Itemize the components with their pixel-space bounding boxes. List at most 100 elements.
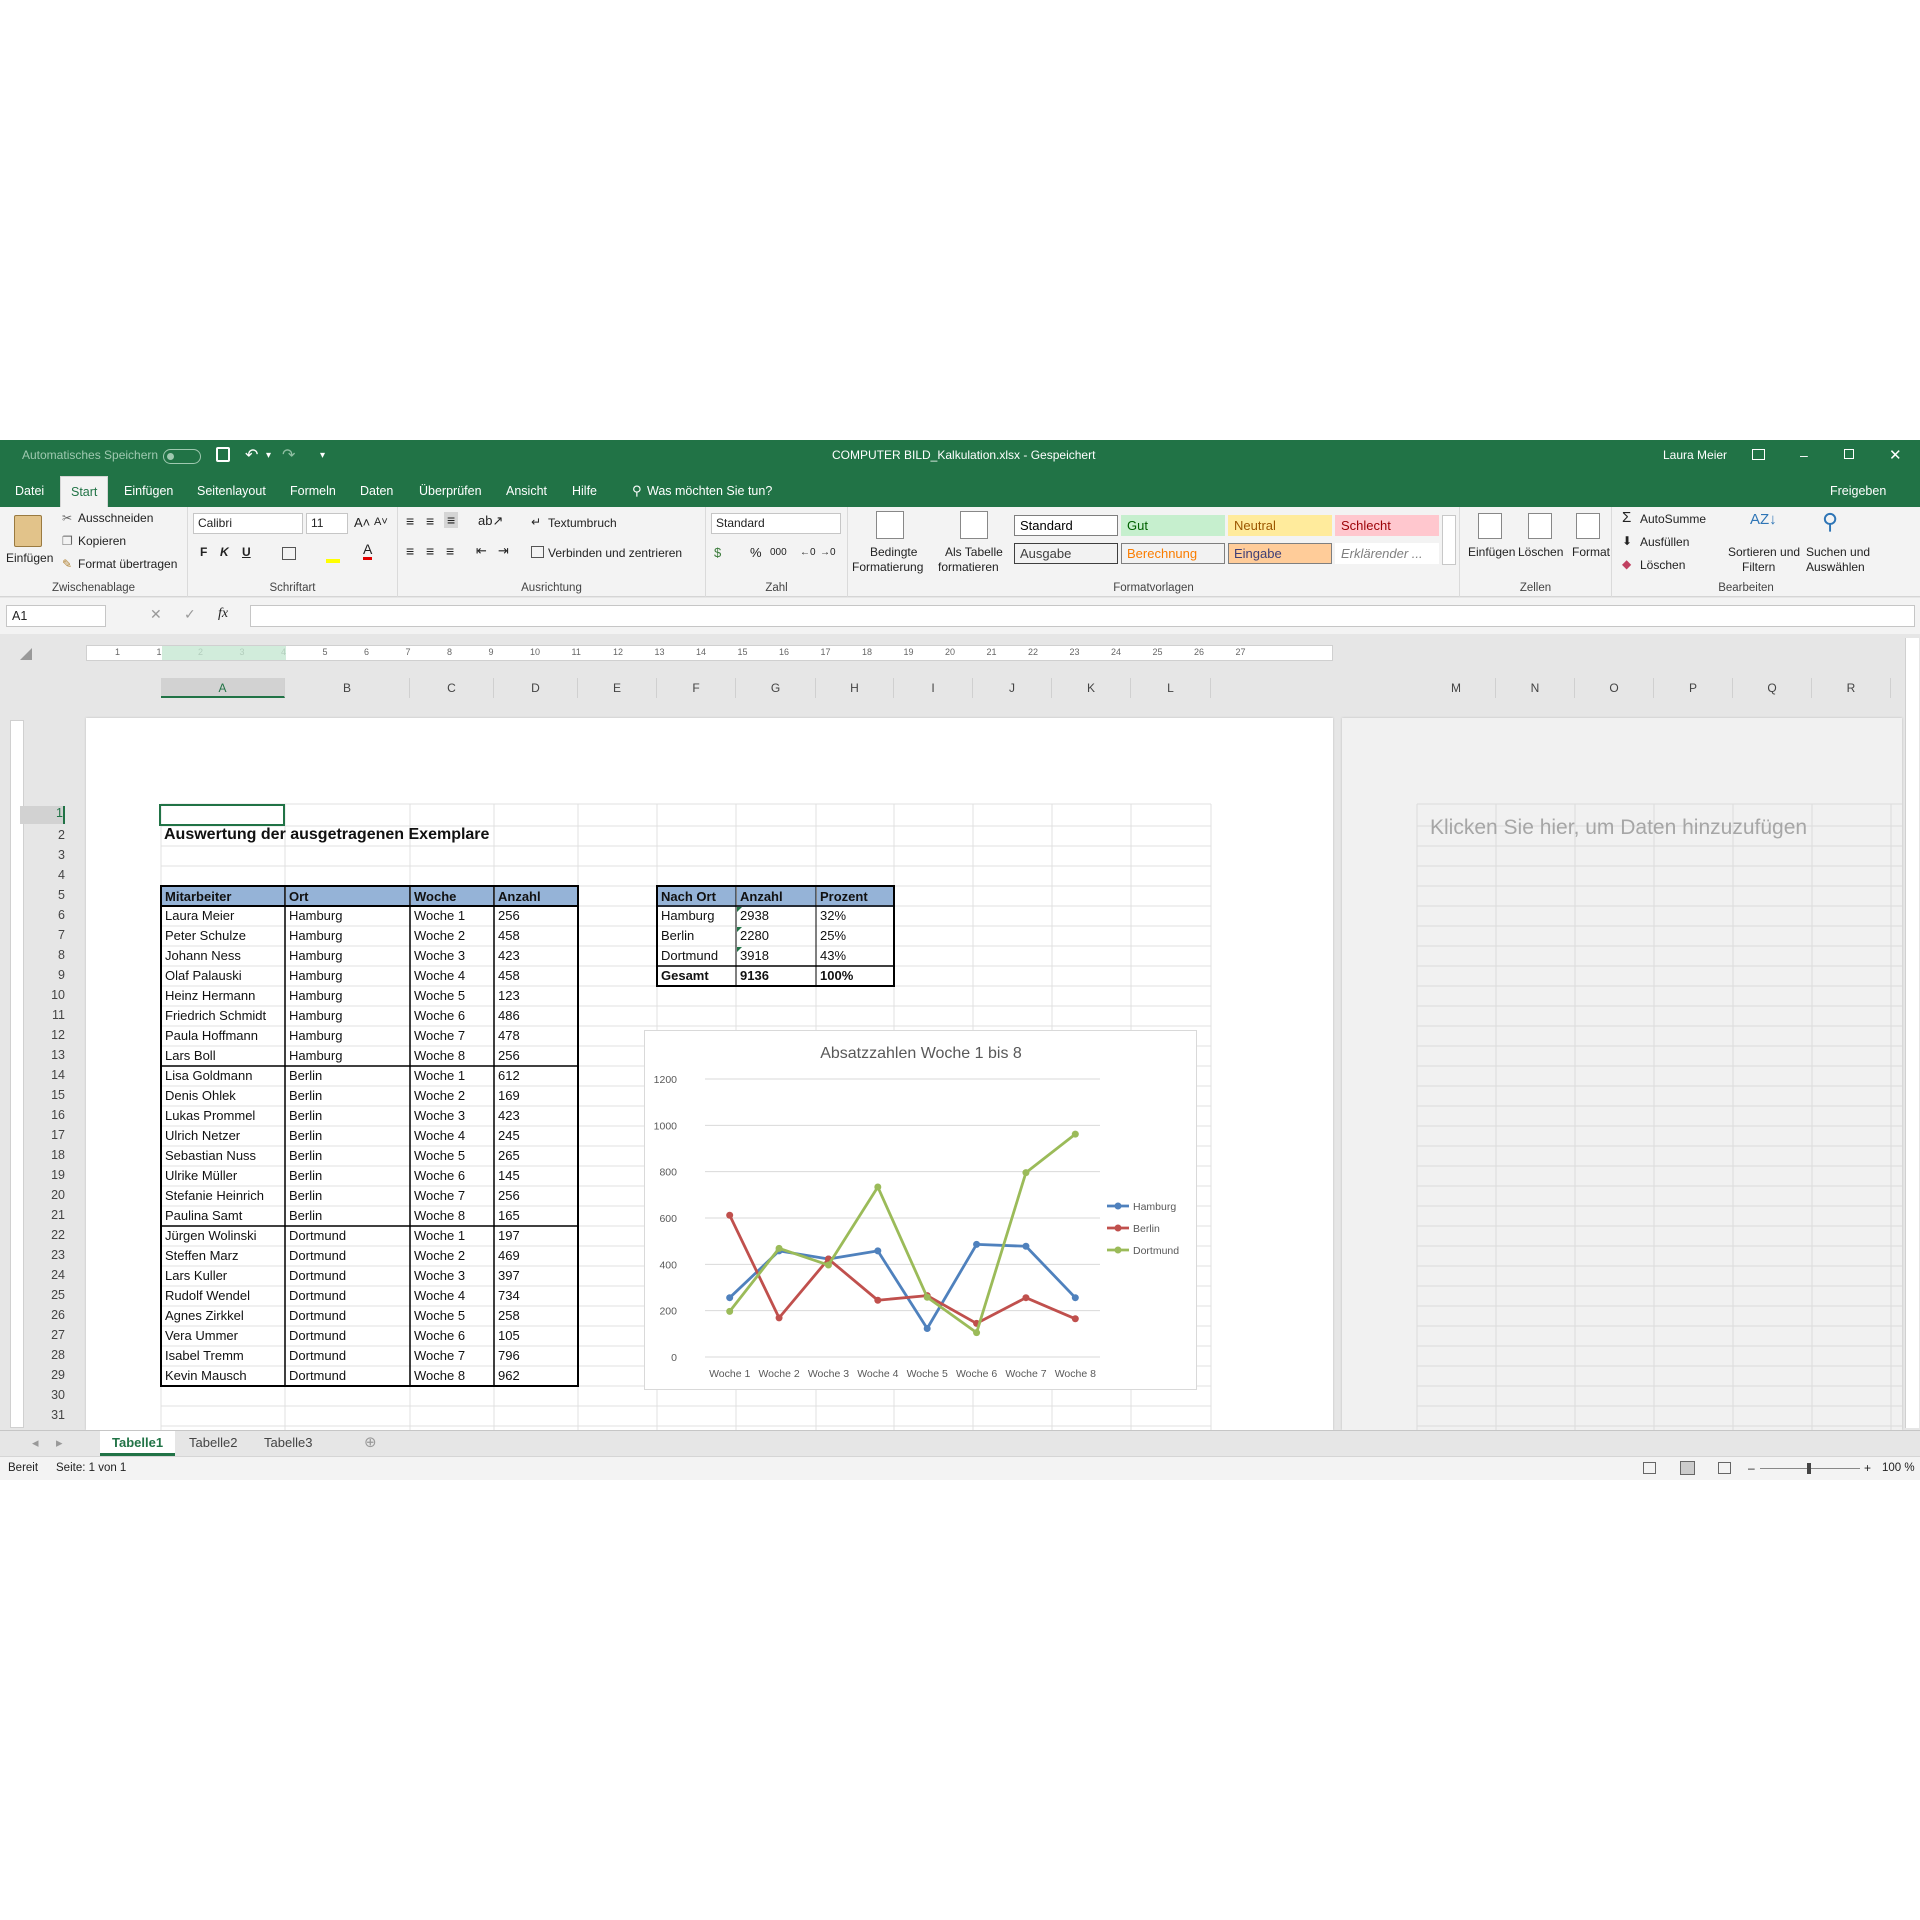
row-header-30[interactable]: 30 (20, 1388, 65, 1406)
summary-table-header[interactable]: Nach Ort (658, 887, 736, 907)
underline-button[interactable]: U (242, 545, 251, 559)
cell-woche[interactable]: Woche 4 (411, 1126, 494, 1146)
cell-anzahl[interactable]: 469 (495, 1246, 578, 1266)
cell-mitarbeiter[interactable]: Heinz Hermann (162, 986, 285, 1006)
cell-anzahl[interactable]: 458 (495, 926, 578, 946)
cell-anzahl[interactable]: 796 (495, 1346, 578, 1366)
column-header-Q[interactable]: Q (1733, 678, 1812, 698)
data-point-berlin[interactable] (1022, 1294, 1030, 1302)
font-size-select[interactable]: 11 (306, 513, 348, 534)
orientation-icon[interactable]: ab↗ (478, 513, 503, 529)
data-point-berlin[interactable] (726, 1211, 734, 1219)
format-cells-button[interactable]: Format (1572, 545, 1610, 559)
data-point-dortmund[interactable] (1071, 1130, 1079, 1138)
cell-anzahl[interactable]: 962 (495, 1366, 578, 1386)
summary-cell[interactable]: 2938 (737, 906, 816, 926)
page-layout-view-icon[interactable] (1680, 1461, 1695, 1475)
cell-woche[interactable]: Woche 3 (411, 1106, 494, 1126)
column-header-A[interactable]: A (161, 678, 285, 698)
cell-anzahl[interactable]: 169 (495, 1086, 578, 1106)
main-table-header[interactable]: Anzahl (495, 887, 578, 907)
cell-ort[interactable]: Berlin (286, 1126, 410, 1146)
clear-icon[interactable]: ◆ (1622, 557, 1631, 571)
sheet-tab-tabelle2[interactable]: Tabelle2 (177, 1431, 249, 1456)
data-point-hamburg[interactable] (973, 1240, 981, 1248)
summary-cell[interactable]: 43% (817, 946, 894, 966)
cell-ort[interactable]: Dortmund (286, 1286, 410, 1306)
cell-woche[interactable]: Woche 8 (411, 1366, 494, 1386)
cell-anzahl[interactable]: 397 (495, 1266, 578, 1286)
copy-button[interactable]: Kopieren (78, 534, 126, 548)
row-header-21[interactable]: 21 (20, 1208, 65, 1226)
legend-label[interactable]: Dortmund (1133, 1245, 1179, 1257)
align-right-icon[interactable]: ≡ (446, 543, 454, 559)
data-point-hamburg[interactable] (874, 1247, 882, 1255)
cell-ort[interactable]: Dortmund (286, 1266, 410, 1286)
cell-mitarbeiter[interactable]: Rudolf Wendel (162, 1286, 285, 1306)
merge-center-button[interactable]: Verbinden und zentrieren (548, 546, 682, 560)
row-header-26[interactable]: 26 (20, 1308, 65, 1326)
cell-woche[interactable]: Woche 5 (411, 1146, 494, 1166)
column-header-C[interactable]: C (410, 678, 494, 698)
cell-mitarbeiter[interactable]: Ulrich Netzer (162, 1126, 285, 1146)
cell-woche[interactable]: Woche 8 (411, 1206, 494, 1226)
cell-ort[interactable]: Berlin (286, 1186, 410, 1206)
cell-anzahl[interactable]: 423 (495, 946, 578, 966)
cell-mitarbeiter[interactable]: Stefanie Heinrich (162, 1186, 285, 1206)
tab-formeln[interactable]: Formeln (280, 476, 346, 507)
row-header-14[interactable]: 14 (20, 1068, 65, 1086)
summary-cell[interactable]: Dortmund (658, 946, 736, 966)
column-header-G[interactable]: G (736, 678, 816, 698)
print-page-2[interactable]: Klicken Sie hier, um Daten hinzuzufügen (1342, 718, 1902, 1430)
cell-mitarbeiter[interactable]: Lisa Goldmann (162, 1066, 285, 1086)
cell-ort[interactable]: Berlin (286, 1066, 410, 1086)
cell-mitarbeiter[interactable]: Kevin Mausch (162, 1366, 285, 1386)
cancel-icon[interactable]: ✕ (150, 606, 162, 623)
select-all-icon[interactable] (20, 648, 32, 660)
active-cell-a1[interactable] (159, 804, 285, 826)
column-header-F[interactable]: F (657, 678, 736, 698)
autosave-toggle[interactable] (163, 449, 201, 464)
column-header-L[interactable]: L (1131, 678, 1211, 698)
format-as-table-icon[interactable] (960, 511, 988, 539)
row-header-15[interactable]: 15 (20, 1088, 65, 1106)
cell-anzahl[interactable]: 256 (495, 906, 578, 926)
undo-dropdown-icon[interactable]: ▾ (266, 440, 271, 470)
summary-cell[interactable]: 9136 (737, 966, 816, 986)
main-table-header[interactable]: Woche (411, 887, 494, 907)
new-sheet-icon[interactable]: ⊕ (352, 1431, 389, 1456)
cell-ort[interactable]: Hamburg (286, 906, 410, 926)
cell-mitarbeiter[interactable]: Lars Kuller (162, 1266, 285, 1286)
style-ausgabe[interactable]: Ausgabe (1014, 543, 1118, 564)
cell-woche[interactable]: Woche 2 (411, 926, 494, 946)
grow-font-icon[interactable]: A˄ (354, 515, 370, 530)
cell-anzahl[interactable]: 256 (495, 1046, 578, 1066)
fill-icon[interactable]: ⬇ (1622, 534, 1632, 548)
cell-woche[interactable]: Woche 7 (411, 1026, 494, 1046)
row-header-13[interactable]: 13 (20, 1048, 65, 1066)
align-top-icon[interactable]: ≡ (406, 513, 414, 529)
summary-cell[interactable]: 2280 (737, 926, 816, 946)
column-header-E[interactable]: E (578, 678, 657, 698)
font-name-select[interactable]: Calibri (193, 513, 303, 534)
cell-ort[interactable]: Berlin (286, 1086, 410, 1106)
copy-icon[interactable]: ❐ (62, 534, 73, 548)
summary-cell[interactable]: 3918 (737, 946, 816, 966)
style-eingabe[interactable]: Eingabe (1228, 543, 1332, 564)
row-header-2[interactable]: 2 (20, 828, 65, 846)
cell-mitarbeiter[interactable]: Lukas Prommel (162, 1106, 285, 1126)
italic-button[interactable]: K (220, 545, 229, 559)
percent-button[interactable]: % (750, 545, 762, 560)
cell-woche[interactable]: Woche 1 (411, 906, 494, 926)
column-header-O[interactable]: O (1575, 678, 1654, 698)
row-header-1[interactable]: 1 (20, 806, 65, 824)
cell-woche[interactable]: Woche 7 (411, 1346, 494, 1366)
tab-datei[interactable]: Datei (5, 476, 54, 507)
format-painter-icon[interactable]: ✎ (62, 557, 72, 571)
data-point-dortmund[interactable] (775, 1244, 783, 1252)
cell-anzahl[interactable]: 478 (495, 1026, 578, 1046)
row-header-4[interactable]: 4 (20, 868, 65, 886)
styles-scroll[interactable] (1442, 515, 1456, 565)
cell-ort[interactable]: Hamburg (286, 986, 410, 1006)
style-schlecht[interactable]: Schlecht (1335, 515, 1439, 536)
